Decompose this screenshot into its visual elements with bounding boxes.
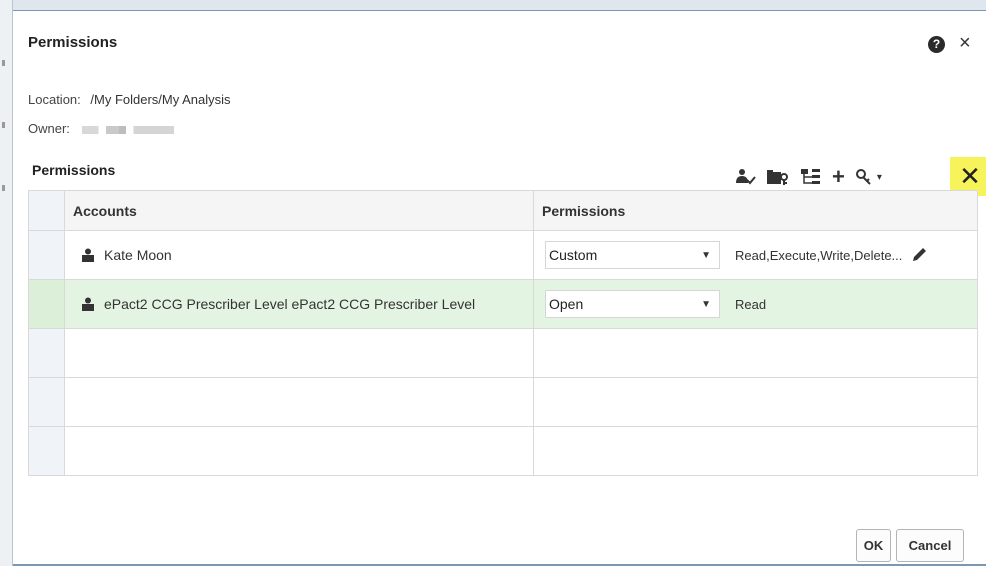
- dropdown-arrow-icon: ▼: [701, 298, 711, 310]
- table-row[interactable]: Kate Moon Custom ▼ Read,Execute,Write,De…: [28, 230, 978, 280]
- permissions-column-header[interactable]: Permissions: [533, 190, 978, 231]
- delete-icon: ✕: [959, 161, 981, 191]
- permissions-dialog: Permissions ? × Location: /My Folders/My…: [14, 12, 986, 564]
- permissions-section-title: Permissions: [32, 162, 116, 178]
- account-cell: Kate Moon: [64, 230, 534, 280]
- row-selector: [28, 377, 65, 427]
- background-tick: [2, 122, 5, 128]
- background-tick: [2, 185, 5, 191]
- window-top-border: [13, 0, 986, 11]
- empty-cell: [533, 328, 978, 378]
- empty-cell: [533, 377, 978, 427]
- location-value: /My Folders/My Analysis: [90, 92, 231, 107]
- add-button[interactable]: +: [832, 163, 845, 191]
- permissions-table: Accounts Permissions Kate Moon Custom ▼ …: [28, 190, 978, 476]
- user-icon: [82, 248, 94, 262]
- owner-label: Owner:: [28, 121, 70, 136]
- location-label: Location:: [28, 92, 81, 107]
- permission-select-value: Custom: [549, 247, 598, 263]
- ok-button[interactable]: OK: [856, 529, 891, 562]
- dropdown-arrow-icon: ▼: [701, 249, 711, 261]
- dialog-title: Permissions: [28, 34, 118, 51]
- hierarchy-icon: [801, 169, 820, 184]
- help-icon[interactable]: ?: [928, 36, 945, 53]
- folder-key-icon: [767, 170, 788, 185]
- table-header-row: Accounts Permissions: [28, 190, 978, 231]
- empty-cell: [533, 426, 978, 476]
- close-icon[interactable]: ×: [959, 32, 971, 54]
- row-selector: [28, 328, 65, 378]
- key-dropdown-icon: [855, 169, 871, 185]
- empty-cell: [64, 328, 534, 378]
- cancel-button[interactable]: Cancel: [896, 529, 964, 562]
- account-name: ePact2 CCG Prescriber Level ePact2 CCG P…: [104, 296, 476, 312]
- background-window-strip: [0, 0, 13, 566]
- key-menu-button[interactable]: ▾: [855, 163, 882, 191]
- hierarchy-button[interactable]: [800, 163, 822, 191]
- permission-select[interactable]: Open ▼: [545, 290, 720, 318]
- row-selector: [28, 426, 65, 476]
- permission-select[interactable]: Custom ▼: [545, 241, 720, 269]
- location-row: Location: /My Folders/My Analysis: [28, 92, 231, 107]
- user-icon: [82, 297, 94, 311]
- owner-value-redacted: [81, 125, 174, 134]
- permission-cell: Open ▼ Read: [533, 279, 978, 329]
- row-selector[interactable]: [28, 279, 65, 329]
- empty-cell: [64, 377, 534, 427]
- folder-permissions-button[interactable]: [766, 163, 790, 191]
- empty-table-row: [28, 328, 978, 378]
- empty-table-row: [28, 426, 978, 476]
- permission-select-value: Open: [549, 296, 584, 312]
- add-users-button[interactable]: [734, 163, 756, 191]
- permission-detail: Read,Execute,Write,Delete...: [735, 247, 903, 263]
- permission-detail: Read: [735, 296, 767, 312]
- background-tick: [2, 60, 5, 66]
- pencil-icon[interactable]: [910, 246, 928, 264]
- empty-table-row: [28, 377, 978, 427]
- chevron-down-icon: ▾: [876, 171, 882, 183]
- row-selector[interactable]: [28, 230, 65, 280]
- accounts-column-header[interactable]: Accounts: [64, 190, 534, 231]
- permission-cell: Custom ▼ Read,Execute,Write,Delete...: [533, 230, 978, 280]
- table-row[interactable]: ePact2 CCG Prescriber Level ePact2 CCG P…: [28, 279, 978, 329]
- plus-icon: +: [832, 164, 845, 189]
- account-name: Kate Moon: [104, 247, 172, 263]
- add-users-icon: [736, 169, 756, 185]
- owner-row: Owner:: [28, 121, 174, 136]
- dialog-footer: OK Cancel: [856, 529, 964, 562]
- row-selector-header: [28, 190, 65, 231]
- account-cell: ePact2 CCG Prescriber Level ePact2 CCG P…: [64, 279, 534, 329]
- empty-cell: [64, 426, 534, 476]
